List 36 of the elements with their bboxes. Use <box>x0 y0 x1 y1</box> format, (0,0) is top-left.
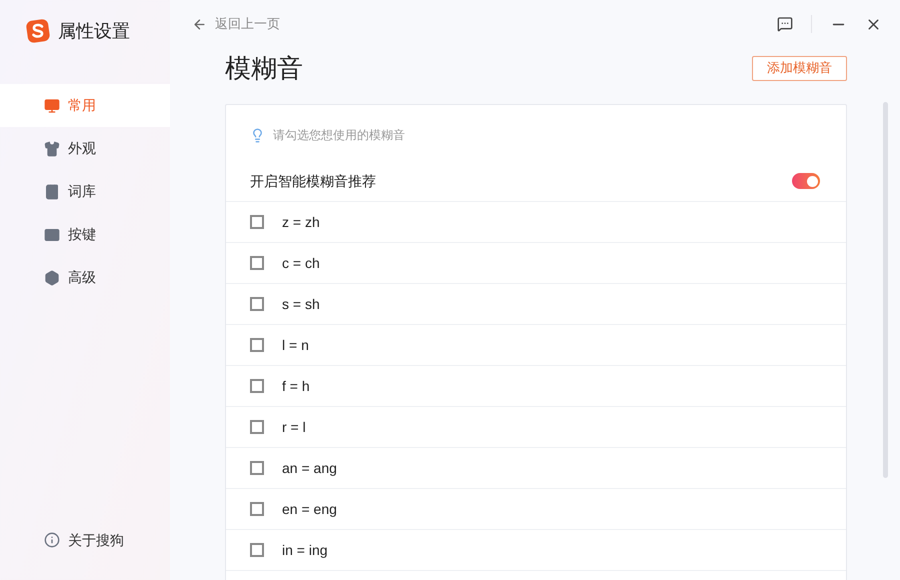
option-label: l = n <box>282 336 309 354</box>
checkbox[interactable] <box>250 461 264 475</box>
toggle-switch[interactable] <box>792 173 820 189</box>
option-label: en = eng <box>282 500 337 519</box>
sidebar-item[interactable]: 外观 <box>0 127 170 170</box>
option-label: c = ch <box>282 254 320 272</box>
checkbox[interactable] <box>250 502 264 516</box>
option-label: in = ing <box>282 540 328 560</box>
checkbox[interactable] <box>250 543 264 557</box>
feedback-icon[interactable] <box>777 16 793 32</box>
sidebar-item[interactable]: 词库 <box>0 170 170 213</box>
hint-text: 请勾选您想使用的模糊音 <box>273 127 405 144</box>
scrollbar[interactable] <box>883 102 888 478</box>
option-label: r = l <box>282 418 306 436</box>
toggle-label: 开启智能模糊音推荐 <box>250 172 376 190</box>
checkbox[interactable] <box>250 215 264 229</box>
checkbox[interactable] <box>250 338 264 352</box>
monitor-icon <box>44 98 60 114</box>
lightbulb-icon <box>250 128 265 142</box>
logo-icon <box>26 19 50 43</box>
app-title: 属性设置 <box>58 20 130 42</box>
option-label: f = h <box>282 376 310 396</box>
sidebar-item[interactable]: 高级 <box>0 256 170 299</box>
checkbox[interactable] <box>250 297 264 311</box>
option-label: z = zh <box>282 212 320 232</box>
shirt-icon <box>44 140 60 156</box>
page-title: 模糊音 <box>225 52 303 84</box>
checkbox[interactable] <box>250 379 264 393</box>
option-label: an = ang <box>282 458 337 478</box>
checkbox[interactable] <box>250 256 264 270</box>
option-label: s = sh <box>282 294 320 314</box>
checkbox[interactable] <box>250 420 264 434</box>
about-link[interactable]: 关于搜狗 <box>68 530 124 550</box>
sidebar-item[interactable]: 按键 <box>0 213 170 256</box>
hexagon-icon <box>44 270 60 286</box>
info-icon <box>44 532 60 548</box>
